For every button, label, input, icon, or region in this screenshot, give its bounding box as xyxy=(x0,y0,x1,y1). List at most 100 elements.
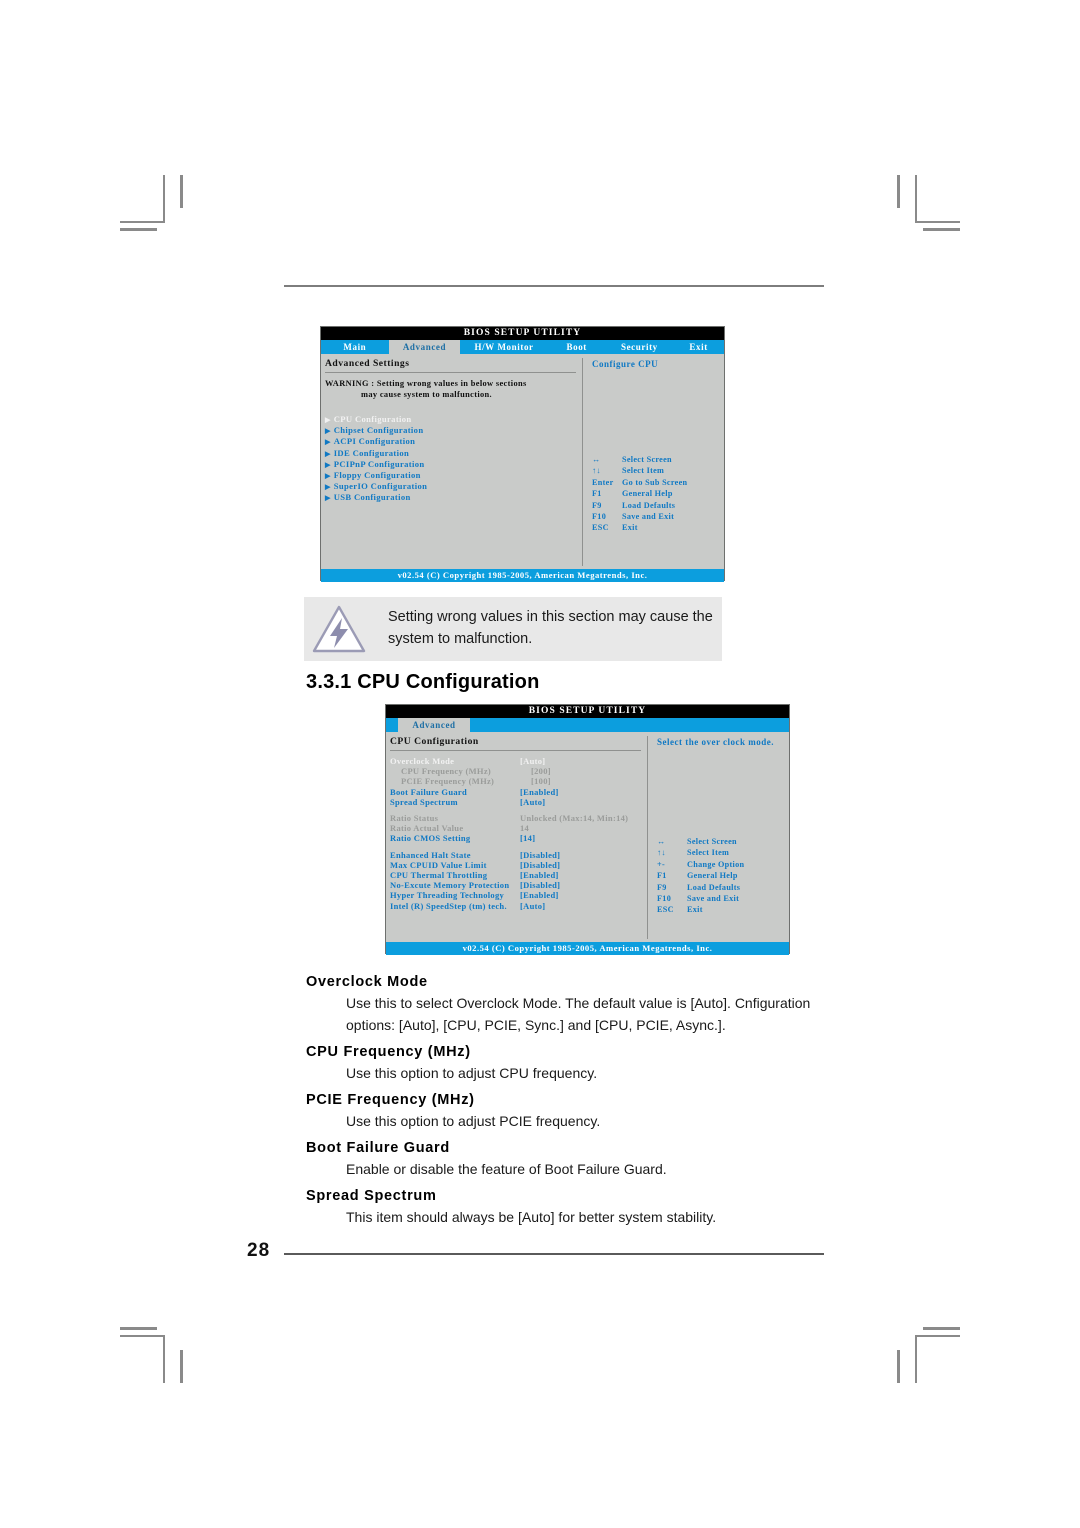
setting-value[interactable]: [Enabled] xyxy=(520,870,641,880)
menu-item-label: ACPI Configuration xyxy=(333,436,416,447)
setting-row-enhanced-halt-state[interactable]: Enhanced Halt State [Disabled] xyxy=(390,850,641,860)
menu-item-label: CPU Configuration xyxy=(333,414,412,424)
crop-mark-bottom-left-bar xyxy=(120,1327,157,1330)
menu-item-ide-configuration[interactable]: ▶ IDE Configuration xyxy=(325,448,576,459)
description-body: Enable or disable the feature of Boot Fa… xyxy=(306,1158,866,1180)
menu-item-label: Floppy Configuration xyxy=(333,470,421,481)
key-name: F1 xyxy=(592,489,602,499)
crop-mark-bottom-right xyxy=(915,1335,917,1383)
description-line: options: [Auto], [CPU, PCIE, Sync.] and … xyxy=(346,1017,726,1033)
setting-label: CPU Thermal Throttling xyxy=(390,870,488,881)
setting-row-pcie-frequency-mhz[interactable]: PCIE Frequency (MHz) [100] xyxy=(390,776,641,786)
setting-value[interactable]: [14] xyxy=(520,833,641,843)
bios2-title: BIOS SETUP UTILITY xyxy=(386,705,789,718)
setting-row-max-cpuid-value-limit[interactable]: Max CPUID Value Limit [Disabled] xyxy=(390,860,641,870)
key-hint-load-defaults: F9 Load Defaults xyxy=(657,882,744,893)
key-hint-general-help: F1 General Help xyxy=(657,870,744,881)
setting-row-cpu-thermal-throttling[interactable]: CPU Thermal Throttling [Enabled] xyxy=(390,870,641,880)
chevron-right-icon: ▶ xyxy=(325,460,331,469)
key-hint-load-defaults: F9 Load Defaults xyxy=(592,500,687,511)
bios2-settings-group-frequency: Overclock Mode [Auto] CPU Frequency (MHz) [… xyxy=(390,756,641,807)
crop-mark-bottom-right-bar xyxy=(897,1350,900,1383)
crop-mark-top-right xyxy=(915,221,960,223)
menu-item-pcipnp-configuration[interactable]: ▶ PCIPnP Configuration xyxy=(325,459,576,470)
setting-value[interactable]: [Enabled] xyxy=(520,890,641,900)
setting-row-intel-r-speedstep-tm-tech[interactable]: Intel (R) SpeedStep (tm) tech. [Auto] xyxy=(390,901,641,911)
crop-mark-top-left-bar xyxy=(120,228,157,231)
menu-item-usb-configuration[interactable]: ▶ USB Configuration xyxy=(325,492,576,503)
description-line: Use this option to adjust PCIE frequency… xyxy=(346,1113,601,1129)
crop-mark-top-left xyxy=(163,175,165,223)
crop-mark-bottom-left xyxy=(163,1335,165,1383)
description-body: This item should always be [Auto] for be… xyxy=(306,1206,866,1228)
key-name: Enter xyxy=(592,477,614,487)
crop-mark-top-left-bar xyxy=(180,175,183,208)
setting-label: Enhanced Halt State xyxy=(390,849,471,860)
bios2-tab-bar: Advanced xyxy=(386,718,789,732)
bios2-key-legend: ↔ Select Screen ↑↓ Select Item +- Change Opti… xyxy=(657,836,744,916)
menu-item-cpu-configuration[interactable]: ▶ CPU Configuration xyxy=(325,414,576,425)
chevron-right-icon: ▶ xyxy=(325,494,331,503)
tab-h-w-monitor[interactable]: H/W Monitor xyxy=(460,340,548,354)
crop-mark-top-right xyxy=(915,175,917,223)
setting-row-cpu-frequency-mhz[interactable]: CPU Frequency (MHz) [200] xyxy=(390,766,641,776)
setting-value[interactable]: [Disabled] xyxy=(520,880,641,890)
key-hint-save-and-exit: F10 Save and Exit xyxy=(592,511,687,522)
key-name: F10 xyxy=(592,512,607,522)
setting-label: Ratio Status xyxy=(390,813,439,824)
setting-label: PCIE Frequency (MHz) xyxy=(401,776,495,787)
page-title: 3.3.1 CPU Configuration xyxy=(306,671,540,693)
menu-item-chipset-configuration[interactable]: ▶ Chipset Configuration xyxy=(325,425,576,436)
tab-main[interactable]: Main xyxy=(321,340,389,354)
tab-advanced[interactable]: Advanced xyxy=(388,340,461,354)
setting-value[interactable]: [200] xyxy=(531,766,641,776)
setting-value[interactable]: [Disabled] xyxy=(520,860,641,870)
setting-row-overclock-mode[interactable]: Overclock Mode [Auto] xyxy=(390,756,641,766)
setting-row-ratio-cmos-setting[interactable]: Ratio CMOS Setting [14] xyxy=(390,833,641,843)
key-name: ↔ xyxy=(592,455,601,464)
key-description: Save and Exit xyxy=(622,512,675,522)
bios2-help-title: Select the over clock mode. xyxy=(657,737,775,747)
setting-label: Boot Failure Guard xyxy=(390,786,468,797)
setting-row-boot-failure-guard[interactable]: Boot Failure Guard [Enabled] xyxy=(390,787,641,797)
tab-security[interactable]: Security xyxy=(606,340,674,354)
setting-value[interactable]: [Enabled] xyxy=(520,787,641,797)
bios2-section-title: CPU Configuration xyxy=(390,736,479,747)
page-number: 28 xyxy=(247,1240,271,1261)
setting-value[interactable]: [Auto] xyxy=(520,797,641,807)
description-list: Overclock Mode Use this to select Overclo… xyxy=(306,966,866,1228)
menu-item-floppy-configuration[interactable]: ▶ Floppy Configuration xyxy=(325,470,576,481)
menu-item-superio-configuration[interactable]: ▶ SuperIO Configuration xyxy=(325,481,576,492)
tab-advanced[interactable]: Advanced xyxy=(398,718,470,732)
description-line: Enable or disable the feature of Boot Fa… xyxy=(346,1161,667,1177)
description-line: Use this to select Overclock Mode. The d… xyxy=(346,995,811,1011)
bios1-divider xyxy=(325,372,576,373)
setting-value[interactable]: [Disabled] xyxy=(520,850,641,860)
key-hint-go-to-sub-screen: Enter Go to Sub Screen xyxy=(592,477,687,488)
note-callout-text: Setting wrong values in this section may… xyxy=(388,609,713,647)
menu-item-label: Chipset Configuration xyxy=(333,425,424,436)
menu-item-acpi-configuration[interactable]: ▶ ACPI Configuration xyxy=(325,436,576,447)
setting-value[interactable]: [Auto] xyxy=(520,756,641,766)
setting-value[interactable]: [Auto] xyxy=(520,901,641,911)
tab-exit[interactable]: Exit xyxy=(673,340,724,354)
tab-boot[interactable]: Boot xyxy=(548,340,606,354)
setting-label: Ratio Actual Value xyxy=(390,823,464,834)
key-description: Select Item xyxy=(687,848,730,858)
bios1-key-legend: ↔ Select Screen ↑↓ Select Item Enter Go to Su… xyxy=(592,454,687,534)
setting-row-spread-spectrum[interactable]: Spread Spectrum [Auto] xyxy=(390,797,641,807)
key-name: ↑↓ xyxy=(592,466,601,476)
chevron-right-icon: ▶ xyxy=(325,438,331,447)
bios1-tab-bar: Main Advanced H/W Monitor Boot Security Exit xyxy=(321,340,724,354)
menu-item-label: SuperIO Configuration xyxy=(333,481,428,492)
setting-label: Hyper Threading Technology xyxy=(390,890,505,901)
key-hint-select-screen: ↔ Select Screen xyxy=(657,836,744,847)
setting-row-ratio-status: Ratio Status Unlocked (Max:14, Min:14) xyxy=(390,813,641,823)
setting-row-no-excute-memory-protection[interactable]: No-Excute Memory Protection [Disabled] xyxy=(390,880,641,890)
chevron-right-icon: ▶ xyxy=(325,483,331,492)
description-term: Spread Spectrum xyxy=(306,1188,437,1204)
setting-value[interactable]: [100] xyxy=(531,776,641,786)
setting-row-hyper-threading-technology[interactable]: Hyper Threading Technology [Enabled] xyxy=(390,890,641,900)
bios1-footer: v02.54 (C) Copyright 1985-2005, American… xyxy=(321,569,724,582)
bios2-settings-group-ratio: Ratio Status Unlocked (Max:14, Min:14) Rat… xyxy=(390,813,641,844)
